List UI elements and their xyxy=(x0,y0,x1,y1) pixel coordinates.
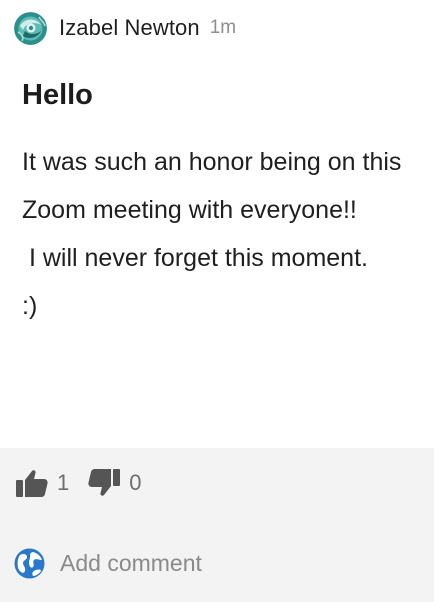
like-button[interactable]: 1 xyxy=(15,468,69,498)
avatar[interactable] xyxy=(14,11,47,45)
reactions-bar: 1 0 xyxy=(15,466,142,500)
post-footer: 1 0 Add comment xyxy=(0,448,434,602)
like-count: 1 xyxy=(57,470,70,495)
add-comment-field[interactable]: Add comment xyxy=(14,546,202,580)
post-card: Izabel Newton 1m Hello It was such an ho… xyxy=(0,0,434,602)
globe-icon xyxy=(14,548,45,578)
post-timestamp: 1m xyxy=(209,17,237,38)
dislike-button[interactable]: 0 xyxy=(87,468,142,498)
thumbs-down-icon xyxy=(88,469,121,496)
comment-placeholder: Add comment xyxy=(60,549,202,576)
post-body: It was such an honor being on this Zoom … xyxy=(22,148,402,320)
thumbs-up-icon xyxy=(16,470,48,497)
author-name[interactable]: Izabel Newton xyxy=(59,15,200,41)
dislike-count: 0 xyxy=(129,470,142,495)
avatar-image xyxy=(14,11,47,45)
post-header: Izabel Newton 1m xyxy=(14,11,236,45)
post-title: Hello xyxy=(22,79,93,111)
